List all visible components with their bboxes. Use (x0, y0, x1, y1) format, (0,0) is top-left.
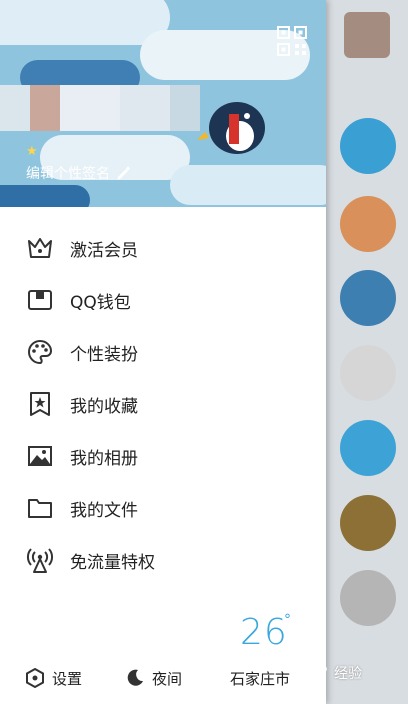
menu-item-label: 我的文件 (70, 500, 138, 521)
night-mode-button[interactable]: 夜间 (126, 668, 182, 689)
chat-list-background[interactable] (326, 0, 408, 704)
folder-icon (26, 494, 54, 522)
menu-item-theme[interactable]: 个性装扮 (0, 326, 326, 378)
pencil-icon[interactable] (116, 165, 131, 181)
signature-edit[interactable]: 编辑个性签名 (26, 163, 131, 183)
avatar[interactable] (340, 196, 396, 252)
avatar[interactable] (340, 495, 396, 551)
menu-item-label: 我的收藏 (70, 396, 138, 417)
drawer-bottom-bar: 设置 夜间 石家庄市 (0, 660, 326, 696)
menu-item-label: 激活会员 (70, 240, 138, 261)
menu-item-free-data[interactable]: 免流量特权 (0, 534, 326, 586)
settings-label: 设置 (52, 669, 83, 688)
weather-temperature[interactable]: 26 (240, 612, 288, 653)
fish-decoration (0, 185, 90, 207)
menu-item-wallet[interactable]: QQ钱包 (0, 274, 326, 326)
moon-icon (127, 669, 143, 686)
weather-city[interactable]: 石家庄市 (230, 668, 290, 689)
menu-item-label: 我的相册 (70, 448, 138, 469)
night-mode-label: 夜间 (152, 669, 183, 688)
fish-decoration (170, 165, 326, 205)
avatar[interactable] (344, 12, 390, 58)
star-icon: ★ (26, 144, 38, 159)
wallet-icon (26, 286, 54, 314)
menu-item-album[interactable]: 我的相册 (0, 430, 326, 482)
settings-button[interactable]: 设置 (26, 668, 82, 689)
menu-item-vip[interactable]: 激活会员 (0, 222, 326, 274)
antenna-icon (26, 546, 54, 574)
profile-header: ★ 编辑个性签名 (0, 0, 326, 207)
weather-city-label: 石家庄市 (230, 669, 291, 688)
weather-degree-symbol: ° (284, 612, 291, 628)
palette-icon (26, 338, 54, 366)
avatar[interactable] (340, 345, 396, 401)
avatar[interactable] (340, 118, 396, 174)
crown-icon (26, 234, 54, 262)
avatar[interactable] (340, 420, 396, 476)
menu-item-label: QQ钱包 (70, 292, 131, 313)
fish-decoration (0, 0, 170, 45)
menu-item-label: 个性装扮 (70, 344, 138, 365)
watermark-text: 经验 (334, 666, 362, 682)
baidu-watermark: 经验 (300, 650, 408, 696)
menu-item-files[interactable]: 我的文件 (0, 482, 326, 534)
side-drawer: ★ 编辑个性签名 激活会员 QQ钱包 个性装扮 我的收藏 我的相册 我的文件 免… (0, 0, 326, 704)
avatar[interactable] (340, 570, 396, 626)
menu-item-favorites[interactable]: 我的收藏 (0, 378, 326, 430)
avatar[interactable] (0, 85, 200, 131)
bookmark-star-icon (26, 390, 54, 418)
photo-icon (26, 442, 54, 470)
drawer-menu: 激活会员 QQ钱包 个性装扮 我的收藏 我的相册 我的文件 免流量特权 (0, 222, 326, 586)
qr-code-icon[interactable] (277, 26, 307, 56)
signature-text[interactable]: 编辑个性签名 (26, 163, 110, 183)
settings-hexagon-icon (26, 668, 44, 688)
avatar[interactable] (340, 270, 396, 326)
penguin-mascot-icon (197, 102, 265, 154)
paw-logo-icon (304, 661, 327, 684)
menu-item-label: 免流量特权 (70, 552, 155, 573)
